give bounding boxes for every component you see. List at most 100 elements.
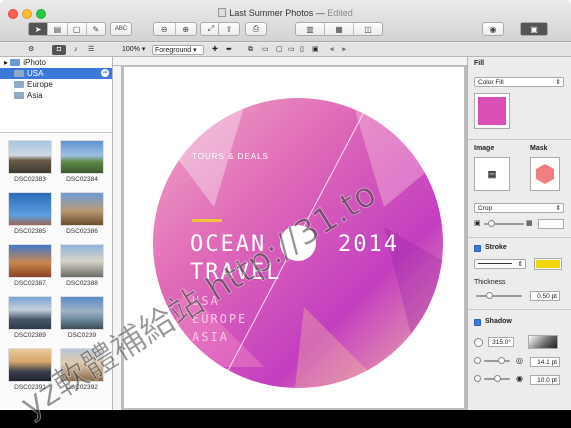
shadow-angle-field[interactable]: 315.0°	[488, 337, 514, 347]
zoom-segmented-control: ⊖ ⊕	[153, 22, 197, 36]
print-icon: ⎙	[252, 24, 260, 33]
shadow-offset-slider[interactable]	[484, 360, 510, 362]
align-center-icon[interactable]: ⫸	[342, 45, 346, 55]
grid-square-icon[interactable]: ▢	[276, 45, 283, 55]
stroke-color-swatch	[536, 260, 560, 268]
crop-popup[interactable]: Crop ⇕	[474, 203, 564, 213]
disc-tagline: TOURS & DEALS	[192, 152, 269, 161]
preview-button[interactable]: ◉	[482, 22, 504, 36]
section-divider	[468, 139, 571, 140]
zoom-in-button[interactable]: ⊕	[176, 23, 197, 35]
photo-thumbnail[interactable]: DSC02386	[60, 192, 104, 237]
shadow-label: Shadow	[485, 318, 512, 325]
zoom-out-button[interactable]: ⊖	[154, 23, 176, 35]
shape-tool-button[interactable]: ▢	[68, 23, 87, 35]
image-label: Image	[474, 145, 495, 152]
grid-wide-icon[interactable]: ▭	[288, 45, 295, 55]
fill-color-well[interactable]	[474, 93, 510, 129]
photos-view-button[interactable]: ◫	[354, 23, 382, 35]
shadow-offset-icon	[474, 357, 481, 364]
align-left-icon[interactable]: ⫷	[330, 45, 334, 55]
calendar-view-button[interactable]: ▦	[325, 23, 354, 35]
shadow-blur-slider-knob[interactable]	[494, 375, 501, 382]
photo-thumbnail[interactable]: DSC02392	[60, 348, 104, 393]
mask-well[interactable]	[530, 157, 560, 191]
photo-thumbnail[interactable]: DSC02384	[60, 140, 104, 185]
section-divider	[468, 237, 571, 238]
disc-center-hole	[280, 225, 316, 261]
image-well[interactable]: ▤	[474, 157, 510, 191]
media-tab-icon[interactable]: ⚙	[28, 45, 34, 55]
camera-tab-icon[interactable]: ◘	[52, 45, 66, 55]
photo-thumbnail[interactable]: DSC02391	[8, 348, 52, 393]
inspector-toggle-button[interactable]: ▣	[520, 22, 548, 36]
vertical-ruler	[113, 66, 122, 410]
shadow-offset-field[interactable]: 14.1 pt	[530, 357, 560, 367]
photo-thumbnail[interactable]: DSC02388	[60, 244, 104, 289]
photo-browser: DSC02383 DSC02384 DSC02385 DSC02386 DSC0…	[0, 132, 112, 410]
sidebar: ▸ iPhoto USA ➔ Europe Asia DSC02383 DSC02…	[0, 57, 113, 410]
text-box-tool-button[interactable]: ▤	[48, 23, 68, 35]
photo-thumbnail[interactable]: DSC0239	[60, 296, 104, 341]
image-scale-field[interactable]	[538, 219, 564, 229]
stroke-checkbox[interactable]	[474, 245, 481, 252]
thickness-field[interactable]: 0.50 pt	[530, 291, 560, 301]
chevron-down-icon: ⇕	[517, 261, 523, 268]
disc-label-artwork[interactable]: TOURS & DEALS OCEAN TRAVEL 2014 USA EURO…	[124, 67, 464, 408]
shadow-checkbox[interactable]	[474, 319, 481, 326]
chevron-down-icon: ⇕	[555, 79, 561, 86]
shadow-offset-icon: ◎	[516, 356, 523, 365]
sidebar-item-asia[interactable]: Asia	[0, 90, 112, 101]
photo-image	[60, 296, 104, 330]
photo-thumbnail[interactable]: DSC02387	[8, 244, 52, 289]
disc-destination-2: EUROPE	[192, 312, 247, 326]
music-tab-icon[interactable]: ♪	[74, 45, 78, 55]
fill-label: Fill	[474, 60, 485, 67]
photo-thumbnail[interactable]: DSC02385	[8, 192, 52, 237]
shadow-color-well[interactable]	[528, 335, 558, 349]
zoom-popup[interactable]: 100% ▾	[122, 45, 145, 55]
stroke-color-well[interactable]	[534, 258, 562, 270]
thickness-slider[interactable]	[476, 295, 522, 297]
fill-color-swatch	[478, 97, 506, 125]
photo-thumbnail[interactable]: DSC02389	[8, 296, 52, 341]
pointer-tool-button[interactable]: ➤	[29, 23, 49, 35]
thickness-slider-knob[interactable]	[486, 292, 493, 299]
shadow-offset-slider-knob[interactable]	[498, 357, 505, 364]
chevron-down-icon: ⇕	[555, 205, 561, 212]
shadow-angle-dial[interactable]	[474, 338, 483, 347]
layer-popup[interactable]: Foreground ▾	[152, 45, 204, 55]
spelling-button[interactable]: ABC	[110, 22, 132, 36]
sidebar-item-europe[interactable]: Europe	[0, 79, 112, 90]
layout-canvas: TOURS & DEALS OCEAN TRAVEL 2014 USA EURO…	[113, 57, 467, 410]
sidebar-item-iphoto[interactable]: ▸ iPhoto	[0, 57, 112, 68]
options-bar: ⚙ ◘ ♪ ☰ 100% ▾ Foreground ▾ ✚ ⬌ ⧉ ▭ ▢ ▭ …	[0, 43, 571, 57]
pen-tool-button[interactable]: ✎	[87, 23, 105, 35]
page: TOURS & DEALS OCEAN TRAVEL 2014 USA EURO…	[124, 67, 464, 408]
grid-double-icon[interactable]: ▣	[312, 45, 319, 55]
mask-label: Mask	[530, 145, 548, 152]
grid-icon: ▦	[526, 220, 533, 227]
stroke-style-popup[interactable]: ⇕	[474, 259, 526, 269]
inspector-icon: ▣	[521, 23, 547, 35]
share-button[interactable]: ⇪	[218, 22, 240, 36]
layout-view-button[interactable]: ▥	[296, 23, 325, 35]
photo-thumbnail[interactable]: DSC02383	[8, 140, 52, 185]
sidebar-item-usa[interactable]: USA ➔	[0, 68, 112, 79]
align-icon[interactable]: ⬌	[226, 45, 232, 55]
more-tab-icon[interactable]: ☰	[88, 45, 94, 55]
image-size-slider-knob[interactable]	[488, 220, 495, 227]
title-bar: Last Summer Photos — Edited ➤ ▤ ▢ ✎ ABC …	[0, 0, 571, 42]
distribute-icon[interactable]: ⧉	[248, 45, 253, 55]
photo-image	[8, 244, 52, 278]
share-icon: ⇪	[225, 24, 233, 34]
arrow-right-icon[interactable]: ➔	[101, 69, 109, 77]
grid-tall-icon[interactable]: ▯	[300, 45, 304, 55]
photo-image	[60, 192, 104, 226]
shadow-blur-field[interactable]: 10.0 pt	[530, 375, 560, 385]
print-button[interactable]: ⎙	[245, 22, 267, 36]
group-icon[interactable]: ▭	[262, 45, 269, 55]
folder-icon	[14, 70, 24, 77]
arrange-icon[interactable]: ✚	[212, 45, 218, 55]
fill-type-popup[interactable]: Color Fill ⇕	[474, 77, 564, 87]
